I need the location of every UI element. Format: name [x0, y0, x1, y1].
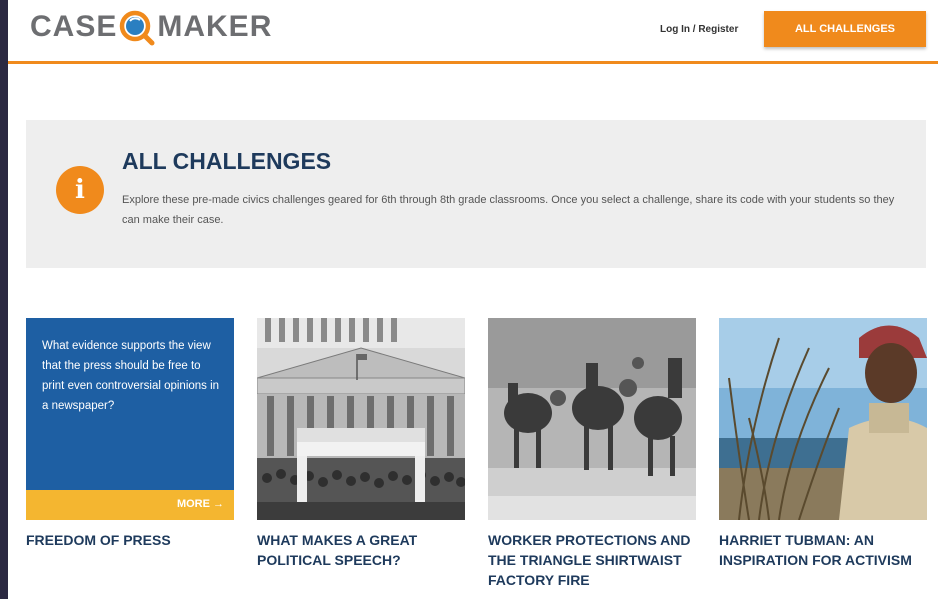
page-description: Explore these pre-made civics challenges… [122, 194, 895, 226]
challenge-card-harriet-tubman[interactable]: HARRIET TUBMAN: AN INSPIRATION FOR ACTIV… [719, 318, 927, 570]
logo-text-maker: MAKER [157, 10, 273, 43]
card-title[interactable]: HARRIET TUBMAN: AN INSPIRATION FOR ACTIV… [719, 530, 927, 570]
card-title[interactable]: WHAT MAKES A GREAT POLITICAL SPEECH? [257, 530, 465, 570]
card-title[interactable]: WORKER PROTECTIONS AND THE TRIANGLE SHIR… [488, 530, 696, 590]
question-panel[interactable]: What evidence supports the view that the… [26, 318, 234, 520]
login-register-link[interactable]: Log In / Register [660, 24, 738, 35]
challenge-card-triangle-shirtwaist[interactable]: WORKER PROTECTIONS AND THE TRIANGLE SHIR… [488, 318, 696, 590]
capitol-inauguration-photo[interactable] [257, 318, 465, 520]
site-header: CASE MAKER Log In / Register ALL CHALLEN… [8, 0, 938, 64]
logo-text-case: CASE [30, 10, 118, 43]
page-title: ALL CHALLENGES [122, 148, 332, 174]
magnifier-logo-icon [118, 9, 156, 46]
horse-drawn-fire-engine-photo[interactable] [488, 318, 696, 520]
casemaker-logo[interactable]: CASE MAKER [30, 9, 273, 46]
page: CASE MAKER Log In / Register ALL CHALLEN… [8, 0, 938, 599]
challenge-card-political-speech[interactable]: WHAT MAKES A GREAT POLITICAL SPEECH? [257, 318, 465, 570]
more-link[interactable]: MORE → [177, 498, 224, 510]
challenge-card-freedom-of-press[interactable]: What evidence supports the view that the… [26, 318, 234, 550]
card-title[interactable]: FREEDOM OF PRESS [26, 530, 234, 550]
all-challenges-button[interactable]: ALL CHALLENGES [764, 11, 926, 47]
harriet-tubman-portrait[interactable] [719, 318, 927, 520]
info-panel: i ALL CHALLENGES Explore these pre-made … [26, 120, 926, 268]
challenge-question: What evidence supports the view that the… [42, 340, 220, 412]
info-icon: i [56, 166, 104, 214]
more-bar[interactable]: MORE → [26, 490, 234, 520]
